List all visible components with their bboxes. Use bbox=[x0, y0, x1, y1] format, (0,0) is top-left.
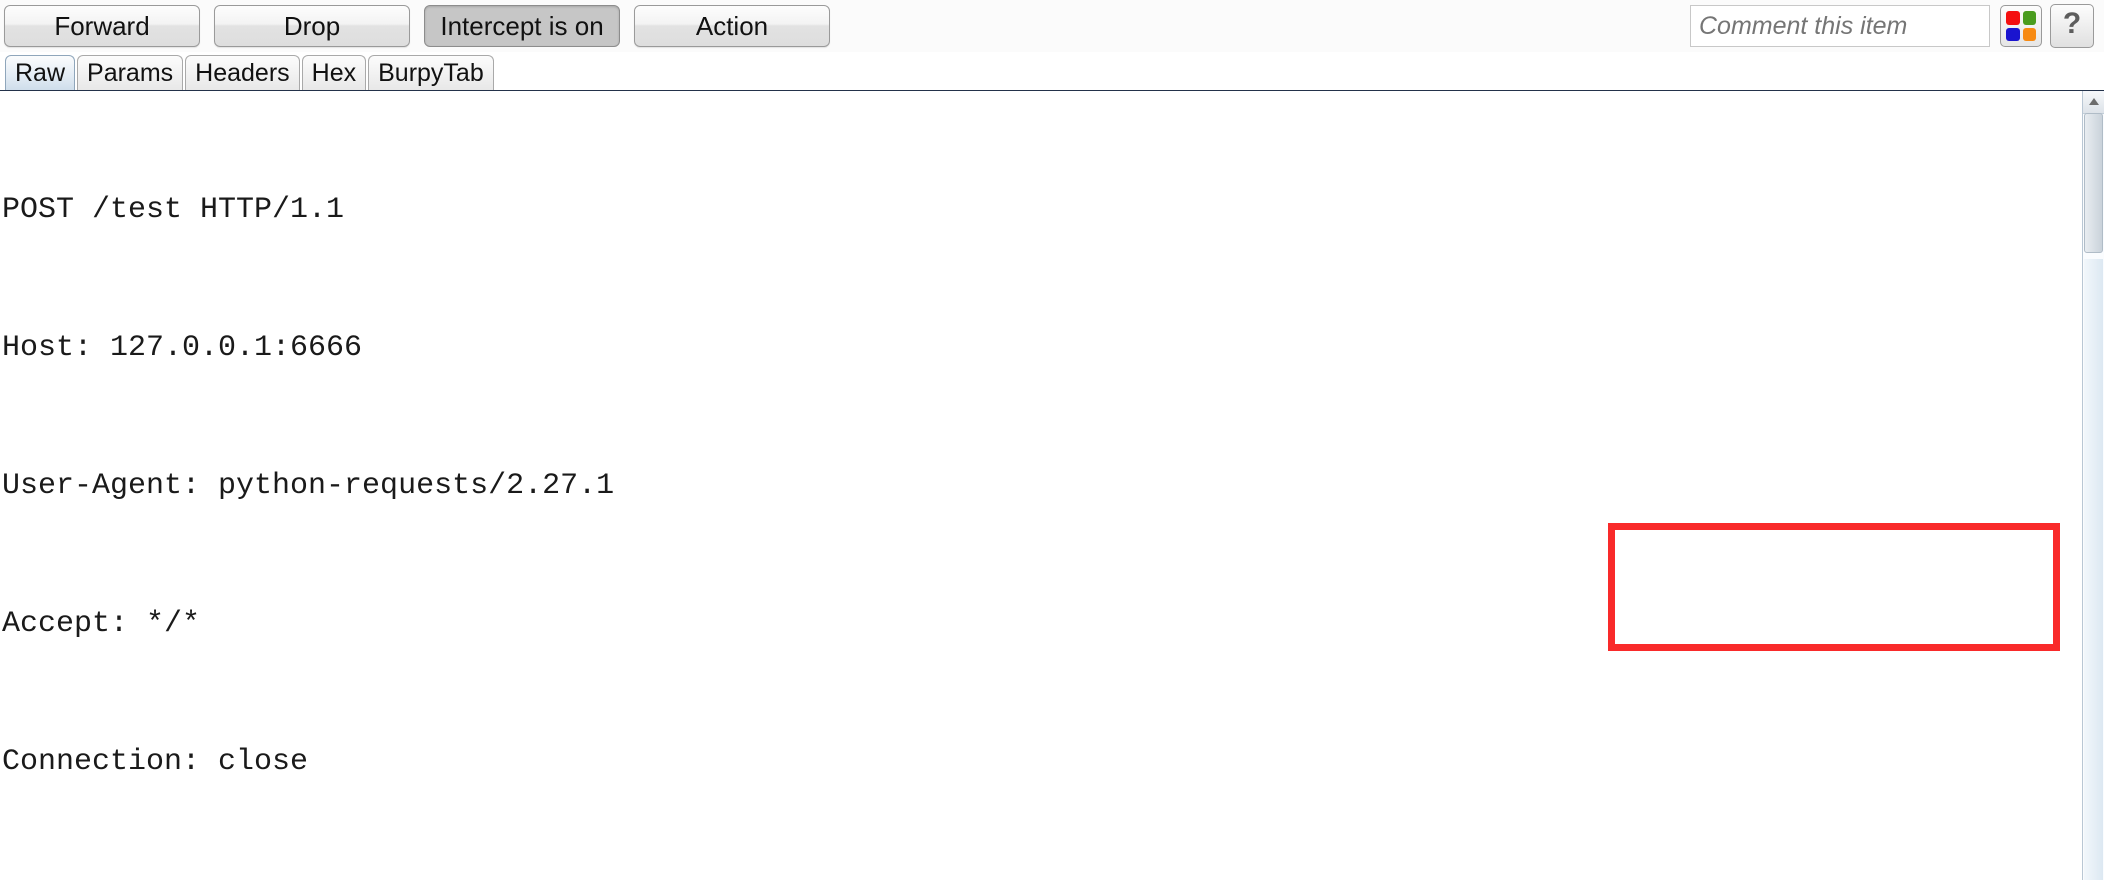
message-view-tabs: Raw Params Headers Hex BurpyTab bbox=[0, 52, 2104, 90]
scrollbar-thumb[interactable] bbox=[2084, 113, 2103, 253]
request-header-line: Host: 127.0.0.1:6666 bbox=[2, 331, 363, 365]
action-button[interactable]: Action bbox=[634, 5, 830, 47]
intercept-toggle-button[interactable]: Intercept is on bbox=[424, 5, 620, 47]
request-header-line: User-Agent: python-requests/2.27.1 bbox=[2, 469, 615, 503]
tab-burpytab[interactable]: BurpyTab bbox=[368, 55, 494, 90]
tab-hex[interactable]: Hex bbox=[301, 55, 367, 90]
request-editor-panel: POST /test HTTP/1.1 Host: 127.0.0.1:6666… bbox=[0, 90, 2104, 880]
toolbar-right-group: ? bbox=[1690, 0, 2094, 52]
editor-vertical-scrollbar[interactable] bbox=[2082, 91, 2104, 880]
request-raw-editor[interactable]: POST /test HTTP/1.1 Host: 127.0.0.1:6666… bbox=[0, 91, 2082, 880]
swatch-green-icon bbox=[2022, 11, 2036, 25]
proxy-toolbar: Forward Drop Intercept is on Action ? bbox=[0, 0, 2104, 52]
request-header-line: Connection: close bbox=[2, 745, 309, 779]
swatch-blue-icon bbox=[2006, 27, 2020, 41]
tab-headers[interactable]: Headers bbox=[185, 55, 300, 90]
request-header-line: Accept: */* bbox=[2, 607, 201, 641]
comment-input[interactable] bbox=[1690, 5, 1990, 47]
help-button[interactable]: ? bbox=[2050, 4, 2094, 48]
scrollbar-track[interactable] bbox=[2084, 259, 2103, 880]
drop-button[interactable]: Drop bbox=[214, 5, 410, 47]
tab-params[interactable]: Params bbox=[77, 55, 184, 90]
tab-raw[interactable]: Raw bbox=[5, 55, 76, 90]
swatch-orange-icon bbox=[2022, 27, 2036, 41]
highlight-color-button[interactable] bbox=[2000, 5, 2042, 47]
forward-button[interactable]: Forward bbox=[4, 5, 200, 47]
scroll-up-arrow-icon[interactable] bbox=[2083, 91, 2104, 114]
swatch-red-icon bbox=[2006, 11, 2020, 25]
request-header-line: POST /test HTTP/1.1 bbox=[2, 193, 345, 227]
